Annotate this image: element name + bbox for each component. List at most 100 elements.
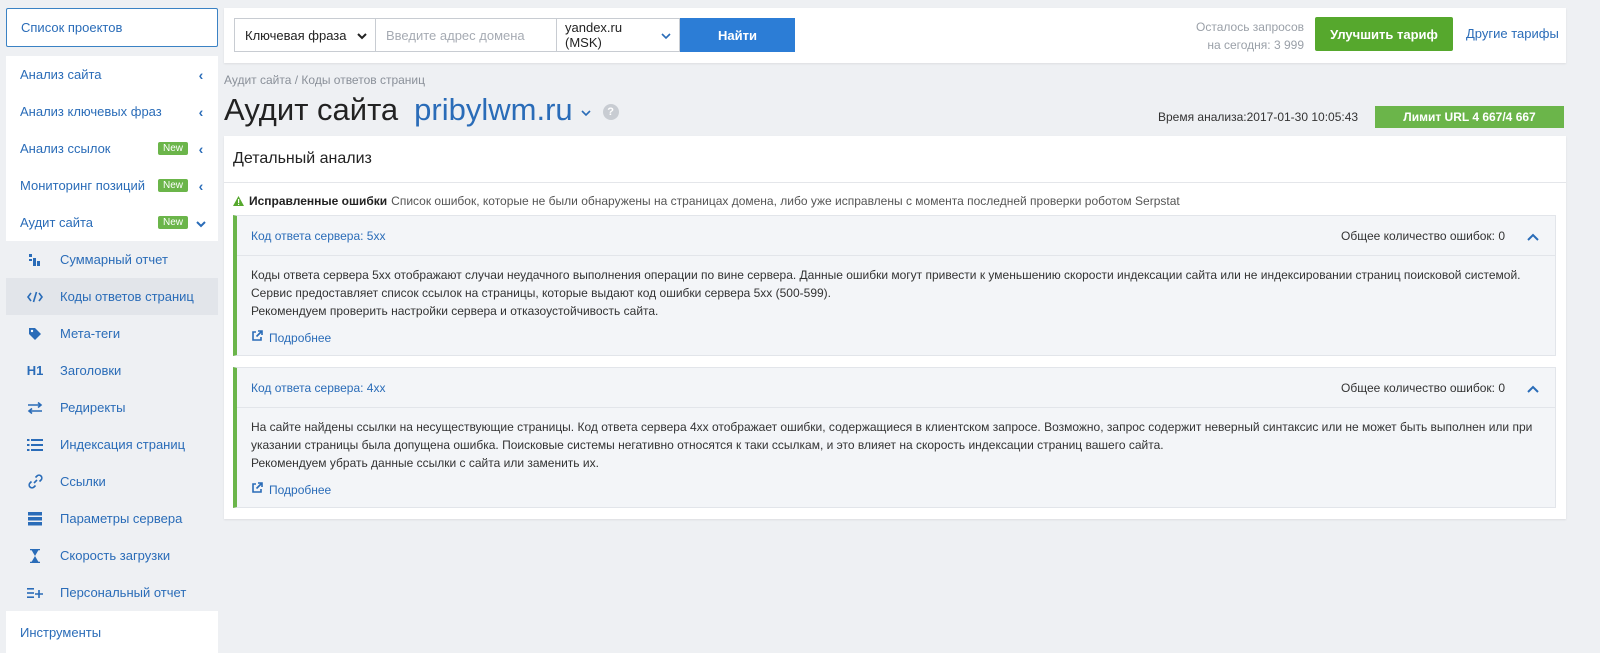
error-code-title[interactable]: Код ответа сервера: 5xx [251,229,1341,243]
new-badge: New [157,179,188,192]
fixed-errors-desc: Список ошибок, которые не были обнаружен… [391,194,1180,208]
sidebar-item-label: Анализ ссылок [20,141,111,156]
sidebar: Список проектов Анализ сайта ‹ Анализ кл… [0,0,222,653]
sidebar-subitem-summary[interactable]: Суммарный отчет [6,241,218,278]
hourglass-icon [24,548,46,563]
sidebar-subitem-headings[interactable]: H1 Заголовки [6,352,218,389]
chevron-left-icon: ‹ [198,66,204,83]
sidebar-subitem-label: Мета-теги [60,326,121,341]
site-audit-submenu: Суммарный отчет Коды ответов страниц Мет… [6,241,218,611]
external-link-icon [251,481,263,499]
sidebar-subitem-links[interactable]: Ссылки [6,463,218,500]
chevron-left-icon: ‹ [198,177,204,194]
server-icon [24,511,46,526]
fixed-errors-note: Исправленные ошибки Список ошибок, котор… [233,194,1180,208]
list-icon [24,438,46,451]
chevron-up-icon[interactable] [1527,228,1539,244]
sidebar-subitem-label: Скорость загрузки [60,548,171,563]
h1-icon: H1 [26,363,44,378]
sidebar-subitem-personal-report[interactable]: Персональный отчет [6,574,218,611]
upgrade-plan-button[interactable]: Улучшить тариф [1315,17,1453,51]
sidebar-subitem-indexing[interactable]: Индексация страниц [6,426,218,463]
search-group: Ключевая фраза yandex.ru (MSK) Найти [234,18,795,52]
sidebar-item-tools[interactable]: Инструменты [6,611,218,653]
chevron-up-icon[interactable] [1527,380,1539,396]
sidebar-subitem-label: Ссылки [60,474,106,489]
page-title-text: Аудит сайта [224,92,399,127]
warning-icon [233,196,249,206]
error-code-title[interactable]: Код ответа сервера: 4xx [251,381,1341,395]
more-details-link[interactable]: Подробнее [251,481,331,499]
breadcrumb[interactable]: Аудит сайта / Коды ответов страниц [224,73,425,87]
sidebar-subitem-meta-tags[interactable]: Мета-теги [6,315,218,352]
summary-report-icon [24,253,46,267]
fixed-errors-title: Исправленные ошибки [249,194,388,208]
sidebar-subitem-redirects[interactable]: Редиректы [6,389,218,426]
external-link-icon [251,329,263,347]
error-description: На сайте найдены ссылки на несуществующи… [251,420,1533,452]
sidebar-item-position-monitoring[interactable]: Мониторинг позиций New ‹ [6,167,218,204]
link-icon [24,474,46,489]
requests-remaining: Осталось запросов на сегодня: 3 999 [1164,18,1304,54]
other-tariffs-link[interactable]: Другие тарифы [1466,26,1559,41]
page-title: Аудит сайта pribylwm.ru ? [224,92,619,128]
error-total-count: Общее количество ошибок: 0 [1341,380,1505,395]
error-block-body: На сайте найдены ссылки на несуществующи… [237,408,1555,499]
error-block-4xx: Код ответа сервера: 4xx Общее количество… [233,367,1556,508]
requests-remaining-line1: Осталось запросов [1196,20,1304,34]
chevron-left-icon: ‹ [198,103,204,120]
sidebar-item-link-analysis[interactable]: Анализ ссылок New ‹ [6,130,218,167]
sidebar-subitem-load-speed[interactable]: Скорость загрузки [6,537,218,574]
sidebar-subitem-label: Индексация страниц [60,437,186,452]
error-block-header[interactable]: Код ответа сервера: 5xx Общее количество… [237,216,1555,256]
search-type-select[interactable]: Ключевая фраза [234,18,375,52]
sidebar-item-keyword-analysis[interactable]: Анализ ключевых фраз ‹ [6,93,218,130]
analysis-time: Время анализа:2017-01-30 10:05:43 [1158,110,1359,124]
sidebar-item-label: Анализ сайта [20,67,102,82]
detailed-analysis-panel: Детальный анализ Исправленные ошибки Спи… [224,136,1566,519]
more-details-link[interactable]: Подробнее [251,329,331,347]
projects-list-button[interactable]: Список проектов [6,8,218,47]
list-plus-icon [24,587,46,599]
panel-title: Детальный анализ [224,136,1566,183]
sidebar-item-site-audit[interactable]: Аудит сайта New [6,204,218,241]
error-recommendation: Рекомендуем убрать данные ссылки с сайта… [251,456,599,470]
search-engine-value: yandex.ru (MSK) [565,20,623,50]
domain-selector[interactable]: pribylwm.ru [414,92,572,128]
search-type-value: Ключевая фраза [245,27,347,43]
chevron-down-icon [661,28,671,43]
sidebar-item-label: Мониторинг позиций [20,178,146,193]
sidebar-item-label: Инструменты [20,624,102,640]
chevron-down-icon[interactable] [581,104,591,120]
sidebar-subitem-server-params[interactable]: Параметры сервера [6,500,218,537]
sidebar-item-site-analysis[interactable]: Анализ сайта ‹ [6,56,218,93]
search-engine-select[interactable]: yandex.ru (MSK) [557,18,680,52]
error-block-header[interactable]: Код ответа сервера: 4xx Общее количество… [237,368,1555,408]
domain-input[interactable] [375,18,557,52]
tag-icon [24,327,46,341]
sidebar-item-label: Аудит сайта [20,215,94,230]
top-bar: Ключевая фраза yandex.ru (MSK) Найти Ост… [224,8,1566,63]
error-total-count: Общее количество ошибок: 0 [1341,228,1505,243]
chevron-down-icon [357,28,367,43]
more-details-label: Подробнее [269,331,332,345]
find-button[interactable]: Найти [680,18,795,52]
url-limit-badge: Лимит URL 4 667/4 667 [1375,106,1564,128]
new-badge: New [157,142,188,155]
code-icon [24,291,46,303]
sidebar-subitem-label: Персональный отчет [60,585,187,600]
sidebar-subitem-response-codes[interactable]: Коды ответов страниц [6,278,218,315]
more-details-label: Подробнее [269,483,332,497]
sidebar-subitem-label: Параметры сервера [60,511,183,526]
error-description: Коды ответа сервера 5xx отображают случа… [251,268,1521,300]
error-block-body: Коды ответа сервера 5xx отображают случа… [237,256,1555,347]
redirect-icon [24,401,46,414]
help-icon[interactable]: ? [602,104,619,120]
error-block-5xx: Код ответа сервера: 5xx Общее количество… [233,215,1556,356]
sidebar-nav: Анализ сайта ‹ Анализ ключевых фраз ‹ Ан… [6,56,218,611]
sidebar-item-label: Анализ ключевых фраз [20,104,162,119]
sidebar-subitem-label: Заголовки [60,363,122,378]
error-recommendation: Рекомендуем проверить настройки сервера … [251,304,659,318]
new-badge: New [157,216,188,229]
requests-remaining-line2: на сегодня: 3 999 [1207,38,1304,52]
